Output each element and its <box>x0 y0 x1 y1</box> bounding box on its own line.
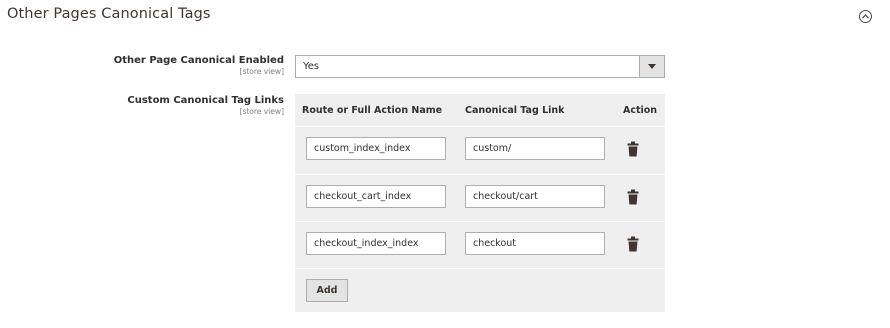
collapse-icon[interactable] <box>859 10 872 23</box>
canonical-link-input[interactable]: custom/ <box>465 137 605 160</box>
canonical-enabled-value: Yes <box>303 61 320 72</box>
trash-icon[interactable] <box>627 236 639 252</box>
route-input[interactable]: checkout_cart_index <box>306 185 446 208</box>
canonical-enabled-label-group: Other Page Canonical Enabled [store view… <box>114 55 284 76</box>
trash-icon[interactable] <box>627 189 639 205</box>
canonical-enabled-label: Other Page Canonical Enabled <box>113 55 284 66</box>
add-button[interactable]: Add <box>306 279 348 302</box>
custom-links-label-group: Custom Canonical Tag Links [store view] <box>127 95 284 116</box>
column-header-link: Canonical Tag Link <box>465 105 565 116</box>
row-divider <box>295 126 665 127</box>
row-divider <box>295 268 665 269</box>
canonical-enabled-scope: [store view] <box>239 67 284 76</box>
row-divider <box>295 221 665 222</box>
canonical-enabled-select[interactable]: Yes <box>295 55 665 78</box>
row-divider <box>295 174 665 175</box>
route-input[interactable]: custom_index_index <box>306 137 446 160</box>
route-input[interactable]: checkout_index_index <box>306 232 446 255</box>
trash-icon[interactable] <box>627 141 639 157</box>
custom-links-scope: [store view] <box>239 107 284 116</box>
canonical-link-input[interactable]: checkout/cart <box>465 185 605 208</box>
column-header-action: Action <box>623 105 658 116</box>
canonical-link-input[interactable]: checkout <box>465 232 605 255</box>
custom-links-label: Custom Canonical Tag Links <box>127 95 284 106</box>
caret-down-icon[interactable] <box>639 56 664 77</box>
canonical-links-grid: Route or Full Action Name Canonical Tag … <box>295 94 665 312</box>
section-title[interactable]: Other Pages Canonical Tags <box>7 6 211 22</box>
column-header-route: Route or Full Action Name <box>302 105 443 116</box>
